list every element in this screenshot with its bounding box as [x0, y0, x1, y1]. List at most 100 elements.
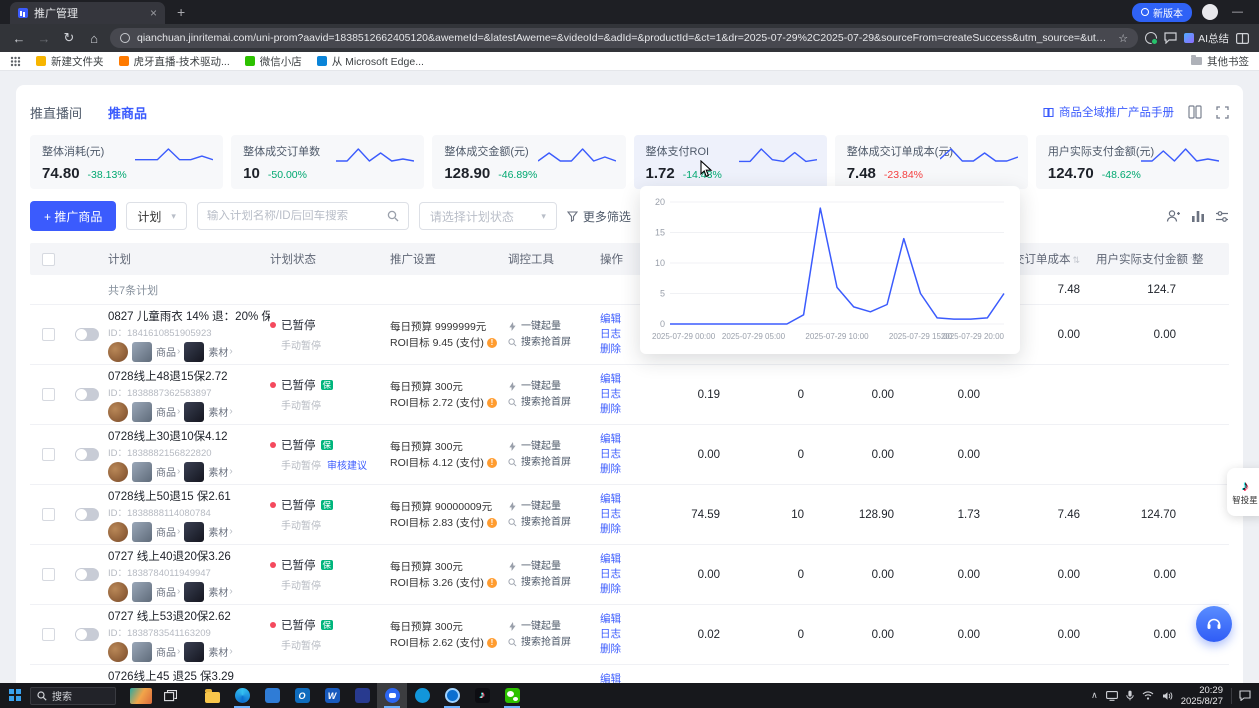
header-user-paid[interactable]: 用户实际支付金额⇅ — [1096, 251, 1192, 267]
plan-title[interactable]: 0728线上30退10保4.12 — [108, 428, 270, 444]
select-all-checkbox[interactable] — [42, 253, 55, 266]
widgets-thumbnail[interactable] — [130, 688, 152, 704]
edit-link[interactable]: 编辑 — [600, 372, 652, 387]
row-toggle[interactable] — [75, 328, 99, 341]
delete-link[interactable]: 删除 — [600, 402, 652, 417]
tiktok-app-icon[interactable] — [467, 683, 497, 708]
zhitouxing-widget[interactable]: ♪ 智投星 — [1227, 468, 1259, 516]
delete-link[interactable]: 删除 — [600, 582, 652, 597]
row-toggle[interactable] — [75, 628, 99, 641]
outlook-icon[interactable] — [287, 683, 317, 708]
plan-title[interactable]: 0727 线上53退20保2.62 — [108, 608, 270, 624]
plan-search-input[interactable] — [207, 210, 381, 222]
share-user-icon[interactable] — [1166, 209, 1181, 223]
tab-live-room[interactable]: 推直播间 — [30, 103, 82, 122]
plan-search-box[interactable] — [197, 202, 409, 230]
settings-sliders-icon[interactable] — [1215, 210, 1229, 223]
browser-tab[interactable]: 推广管理 × — [10, 2, 165, 24]
log-link[interactable]: 日志 — [600, 387, 652, 402]
material-link[interactable]: 素材› — [208, 524, 232, 539]
blue-circle-app-icon[interactable] — [407, 683, 437, 708]
task-view-icon[interactable] — [164, 690, 177, 702]
chat-app-icon[interactable] — [377, 683, 407, 708]
add-product-button[interactable]: + 推广商品 — [30, 201, 116, 231]
search-grab-screen-link[interactable]: 搜索抢首屏 — [521, 515, 571, 531]
plan-title[interactable]: 0726线上45 退25 保3.29 — [108, 668, 270, 684]
other-bookmarks-button[interactable]: 其他书签 — [1191, 54, 1249, 69]
warning-icon[interactable]: ! — [487, 458, 497, 468]
edit-link[interactable]: 编辑 — [600, 612, 652, 627]
ai-summary-button[interactable]: AI总结 — [1184, 31, 1229, 46]
plan-title[interactable]: 0827 儿童雨衣 14% 退：20% 保：9.92 — [108, 308, 270, 324]
extension-icon[interactable] — [1145, 32, 1157, 44]
warning-icon[interactable]: ! — [487, 578, 497, 588]
product-link[interactable]: 商品› — [156, 464, 180, 479]
home-icon[interactable]: ⌂ — [85, 31, 103, 46]
log-link[interactable]: 日志 — [600, 567, 652, 582]
search-grab-screen-link[interactable]: 搜索抢首屏 — [521, 395, 571, 411]
layout-settings-icon[interactable] — [1188, 105, 1202, 119]
edit-link[interactable]: 编辑 — [600, 552, 652, 567]
plan-title[interactable]: 0727 线上40退20保3.26 — [108, 548, 270, 564]
log-link[interactable]: 日志 — [600, 627, 652, 642]
more-filters-button[interactable]: 更多筛选 — [567, 208, 631, 225]
product-link[interactable]: 商品› — [156, 644, 180, 659]
bookmark-item[interactable]: 从 Microsoft Edge... — [317, 54, 424, 69]
plan-title[interactable]: 0728线上50退15 保2.61 — [108, 488, 270, 504]
product-manual-link[interactable]: 商品全域推广产品手册 — [1043, 104, 1174, 120]
search-grab-screen-link[interactable]: 搜索抢首屏 — [521, 575, 571, 591]
product-link[interactable]: 商品› — [156, 524, 180, 539]
forward-icon[interactable]: → — [35, 31, 53, 46]
row-checkbox[interactable] — [42, 328, 55, 341]
new-version-badge[interactable]: 新版本 — [1132, 3, 1192, 22]
mic-icon[interactable] — [1126, 690, 1134, 701]
review-suggestion-link[interactable]: 审核建议 — [327, 457, 367, 472]
material-link[interactable]: 素材› — [208, 584, 232, 599]
address-bar[interactable]: qianchuan.jinritemai.com/uni-prom?aavid=… — [110, 28, 1138, 48]
material-link[interactable]: 素材› — [208, 404, 232, 419]
start-button[interactable] — [0, 683, 30, 708]
log-link[interactable]: 日志 — [600, 447, 652, 462]
product-link[interactable]: 商品› — [156, 404, 180, 419]
row-toggle[interactable] — [75, 508, 99, 521]
row-checkbox[interactable] — [42, 448, 55, 461]
log-link[interactable]: 日志 — [600, 507, 652, 522]
search-grab-screen-link[interactable]: 搜索抢首屏 — [521, 335, 571, 351]
one-key-boost-link[interactable]: 一键起量 — [521, 619, 561, 635]
warning-icon[interactable]: ! — [487, 398, 497, 408]
metric-card[interactable]: 整体消耗(元) 74.80 -38.13% — [30, 135, 223, 189]
material-link[interactable]: 素材› — [208, 644, 232, 659]
edit-link[interactable]: 编辑 — [600, 492, 652, 507]
warning-icon[interactable]: ! — [487, 638, 497, 648]
product-link[interactable]: 商品› — [156, 344, 180, 359]
notification-center-icon[interactable] — [1231, 688, 1251, 704]
wifi-icon[interactable] — [1142, 691, 1154, 700]
bookmark-item[interactable]: 虎牙直播-技术驱动... — [119, 54, 230, 69]
row-checkbox[interactable] — [42, 388, 55, 401]
row-toggle[interactable] — [75, 448, 99, 461]
file-explorer-icon[interactable] — [197, 683, 227, 708]
column-chart-icon[interactable] — [1191, 210, 1205, 223]
app-navy-icon[interactable] — [347, 683, 377, 708]
split-screen-icon[interactable] — [1236, 33, 1249, 44]
word-icon[interactable] — [317, 683, 347, 708]
help-fab-button[interactable] — [1196, 606, 1232, 642]
browser-profile-avatar[interactable] — [1202, 4, 1218, 20]
metric-card[interactable]: 整体成交订单成本(元) 7.48 -23.84% — [835, 135, 1028, 189]
edit-link[interactable]: 编辑 — [600, 672, 652, 683]
plan-filter-select[interactable]: 计划▾ — [126, 202, 187, 230]
window-minimize-icon[interactable]: — — [1228, 6, 1247, 18]
material-link[interactable]: 素材› — [208, 344, 232, 359]
row-toggle[interactable] — [75, 568, 99, 581]
status-filter-select[interactable]: 请选择计划状态▾ — [419, 202, 557, 230]
one-key-boost-link[interactable]: 一键起量 — [521, 499, 561, 515]
fullscreen-icon[interactable] — [1216, 106, 1229, 119]
one-key-boost-link[interactable]: 一键起量 — [521, 319, 561, 335]
one-key-boost-link[interactable]: 一键起量 — [521, 439, 561, 455]
wechat-icon[interactable] — [497, 683, 527, 708]
tab-close-icon[interactable]: × — [150, 6, 157, 20]
search-icon[interactable] — [387, 210, 399, 222]
store-app-icon[interactable] — [257, 683, 287, 708]
material-link[interactable]: 素材› — [208, 464, 232, 479]
clock[interactable]: 20:29 2025/8/27 — [1181, 685, 1223, 707]
